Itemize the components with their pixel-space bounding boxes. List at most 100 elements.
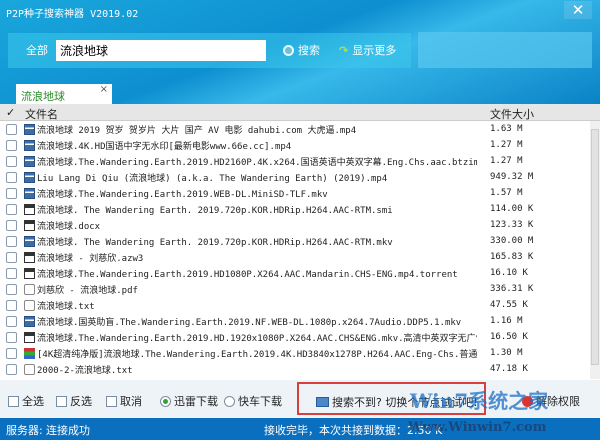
file-row[interactable]: 流浪地球.The.Wandering.Earth.2019.HD2160P.4K… — [0, 153, 590, 169]
row-checkbox[interactable] — [6, 331, 17, 343]
file-row[interactable]: 流浪地球.The.Wandering.Earth.2019.WEB-DL.Min… — [0, 185, 590, 201]
file-list: 流浪地球 2019 贺岁 贺岁片 大片 国产 AV 电影 dahubi.com … — [0, 121, 590, 379]
file-size: 1.30 M — [490, 348, 523, 358]
search-panel: 全部 搜索 ↷ 显示更多 — [8, 33, 411, 68]
search-button[interactable]: 搜索 — [283, 42, 320, 58]
row-checkbox[interactable] — [6, 267, 17, 279]
text-file-icon — [24, 283, 35, 295]
search-input[interactable] — [56, 40, 266, 61]
file-row[interactable]: 流浪地球.docx 123.33 K — [0, 217, 590, 233]
tab-search-result[interactable]: 流浪地球 × — [16, 84, 112, 104]
file-name: 流浪地球.The.Wandering.Earth.2019.WEB-DL.Min… — [37, 189, 328, 200]
size-column-header[interactable]: 文件大小 — [490, 106, 534, 122]
row-checkbox[interactable] — [6, 203, 17, 215]
tab-label: 流浪地球 — [21, 90, 65, 103]
file-size: 1.27 M — [490, 140, 523, 150]
file-name: 流浪地球. The Wandering Earth. 2019.720p.KOR… — [37, 237, 393, 248]
file-name: 流浪地球 - 刘慈欣.azw3 — [37, 253, 144, 264]
row-checkbox[interactable] — [6, 219, 17, 231]
file-row[interactable]: 流浪地球.txt 47.55 K — [0, 297, 590, 313]
file-name: 刘慈欣 - 流浪地球.pdf — [37, 285, 138, 296]
invert-selection-checkbox[interactable]: 反选 — [56, 393, 92, 409]
file-row[interactable]: 流浪地球 - 刘慈欣.azw3 165.83 K — [0, 249, 590, 265]
file-size: 949.32 M — [490, 172, 534, 182]
flashget-download-radio[interactable]: 快车下载 — [224, 393, 282, 409]
file-row[interactable]: Liu Lang Di Qiu (流浪地球) (a.k.a. The Wande… — [0, 169, 590, 185]
doc-file-icon — [24, 251, 35, 263]
row-checkbox[interactable] — [6, 347, 17, 359]
file-row[interactable]: 流浪地球.The.Wandering.Earth.2019.HD1080P.X2… — [0, 265, 590, 281]
search-scope[interactable]: 全部 — [26, 42, 48, 58]
vertical-scrollbar[interactable] — [590, 121, 600, 379]
refresh-arrow-icon: ↷ — [339, 43, 349, 57]
close-button[interactable]: ✕ — [564, 1, 592, 19]
thunder-label: 迅雷下载 — [174, 395, 218, 408]
file-size: 1.57 M — [490, 188, 523, 198]
doc-file-icon — [24, 267, 35, 279]
file-size: 47.55 K — [490, 300, 528, 310]
file-size: 1.16 M — [490, 316, 523, 326]
row-checkbox[interactable] — [6, 155, 17, 167]
archive-file-icon — [24, 347, 35, 359]
cancel-checkbox[interactable]: 取消 — [106, 393, 142, 409]
file-name: 流浪地球.国英助盲.The.Wandering.Earth.2019.NF.WE… — [37, 317, 462, 328]
doc-file-icon — [24, 331, 35, 343]
row-checkbox[interactable] — [6, 187, 17, 199]
show-more-label: 显示更多 — [352, 44, 397, 57]
select-all-label: 全选 — [22, 395, 44, 408]
search-button-label: 搜索 — [298, 44, 320, 57]
video-file-icon — [24, 123, 35, 135]
file-row[interactable]: 流浪地球 2019 贺岁 贺岁片 大片 国产 AV 电影 dahubi.com … — [0, 121, 590, 137]
row-checkbox[interactable] — [6, 299, 17, 311]
select-all-checkbox[interactable]: 全选 — [8, 393, 44, 409]
file-name: 流浪地球.The.Wandering.Earth.2019.HD.1920x10… — [37, 333, 477, 344]
file-size: 16.10 K — [490, 268, 528, 278]
server-label: 服务器: — [6, 424, 43, 437]
file-row[interactable]: 流浪地球. The Wandering Earth. 2019.720p.KOR… — [0, 233, 590, 249]
file-name: 流浪地球.docx — [37, 221, 101, 232]
doc-file-icon — [24, 219, 35, 231]
file-row[interactable]: 流浪地球.4K.HD国语中字无水印[最新电影www.66e.cc].mp4 1.2… — [0, 137, 590, 153]
file-row[interactable]: 2000-2-流浪地球.txt 47.18 K — [0, 361, 590, 377]
tab-close-icon[interactable]: × — [100, 84, 108, 95]
show-more-button[interactable]: ↷ 显示更多 — [339, 42, 396, 58]
file-row[interactable]: 刘慈欣 - 流浪地球.pdf 336.31 K — [0, 281, 590, 297]
row-checkbox[interactable] — [6, 363, 17, 375]
flashget-label: 快车下载 — [238, 395, 282, 408]
text-file-icon — [24, 299, 35, 311]
row-checkbox[interactable] — [6, 251, 17, 263]
video-file-icon — [24, 139, 35, 151]
header-area: P2P种子搜索神器 V2019.02 ✕ 全部 搜索 ↷ 显示更多 流浪地球 × — [0, 0, 600, 104]
file-name: [4K超清纯净版]流浪地球.The.Wandering.Earth.2019.4… — [37, 349, 477, 360]
file-row[interactable]: 流浪地球.The.Wandering.Earth.2019.HD.1920x10… — [0, 329, 590, 345]
file-size: 16.50 K — [490, 332, 528, 342]
video-file-icon — [24, 235, 35, 247]
doc-file-icon — [24, 203, 35, 215]
window-title: P2P种子搜索神器 V2019.02 — [6, 9, 139, 20]
check-column-header[interactable]: ✓ — [6, 106, 15, 119]
file-name: 流浪地球.The.Wandering.Earth.2019.HD2160P.4K… — [37, 157, 477, 168]
file-row[interactable]: 流浪地球.国英助盲.The.Wandering.Earth.2019.NF.WE… — [0, 313, 590, 329]
video-file-icon — [24, 155, 35, 167]
thunder-download-radio[interactable]: 迅雷下载 — [160, 393, 218, 409]
name-column-header[interactable]: 文件名 — [25, 106, 58, 122]
file-name: 流浪地球. The Wandering Earth. 2019.720p.KOR… — [37, 205, 393, 216]
row-checkbox[interactable] — [6, 315, 17, 327]
row-checkbox[interactable] — [6, 235, 17, 247]
row-checkbox[interactable] — [6, 123, 17, 135]
file-name: 流浪地球.The.Wandering.Earth.2019.HD1080P.X2… — [37, 269, 458, 280]
file-row[interactable]: 流浪地球. The Wandering Earth. 2019.720p.KOR… — [0, 201, 590, 217]
ad-panel — [418, 32, 592, 68]
file-size: 114.00 K — [490, 204, 534, 214]
file-row[interactable]: [4K超清纯净版]流浪地球.The.Wandering.Earth.2019.4… — [0, 345, 590, 361]
file-size: 165.83 K — [490, 252, 534, 262]
server-status: 连接成功 — [46, 424, 90, 437]
row-checkbox[interactable] — [6, 171, 17, 183]
file-size: 47.18 K — [490, 364, 528, 374]
invert-label: 反选 — [70, 395, 92, 408]
row-checkbox[interactable] — [6, 283, 17, 295]
video-file-icon — [24, 315, 35, 327]
scrollbar-thumb[interactable] — [591, 129, 599, 365]
row-checkbox[interactable] — [6, 139, 17, 151]
file-name: 流浪地球 2019 贺岁 贺岁片 大片 国产 AV 电影 dahubi.com … — [37, 125, 357, 136]
